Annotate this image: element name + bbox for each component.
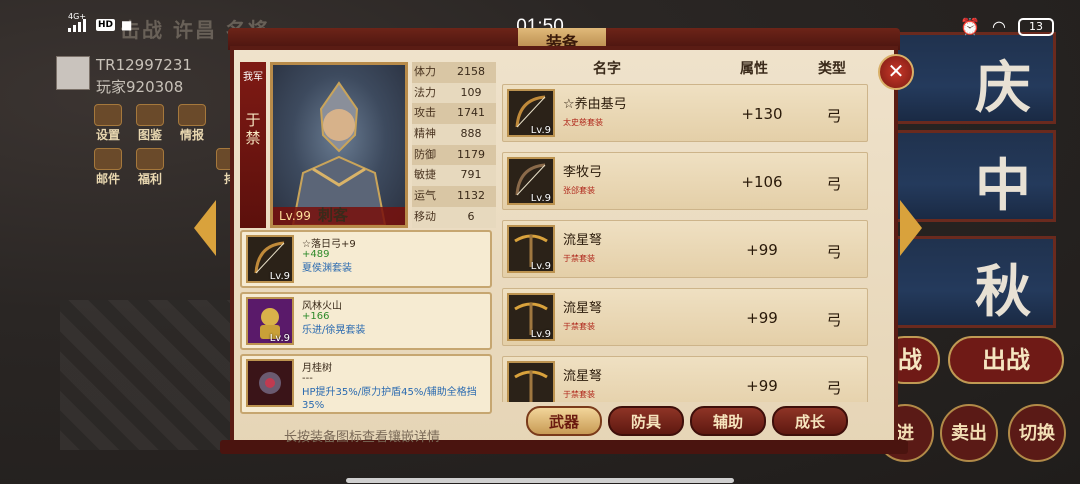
battery-icon: 13 — [1018, 17, 1054, 36]
item-attr: +99 — [746, 241, 778, 259]
armor-icon[interactable]: Lv.9 — [246, 297, 294, 345]
equipped-bonus: --- — [302, 373, 313, 384]
equipped-set: 乐进/徐晃套装 — [302, 325, 366, 336]
list-item[interactable]: Lv.9 ☆养由基弓 太史慈套装 +130 弓 — [502, 84, 868, 142]
stat-row: 体力 2158 — [412, 62, 496, 83]
hero-stats: 体力 2158 法力 109 攻击 1741 精神 888 防御 1179 敏捷 791 运… — [412, 62, 496, 228]
equipped-weapon[interactable]: Lv.9 ☆落日弓+9 +489 夏侯渊套装 — [240, 230, 492, 288]
item-set: 太史慈套装 — [563, 118, 603, 127]
menu-settings[interactable]: 设置 — [88, 104, 128, 144]
item-name: ☆养由基弓 — [563, 97, 627, 112]
crossbow-icon: Lv.9 — [507, 225, 555, 273]
item-set: 张郃套装 — [563, 186, 595, 195]
item-attr: +99 — [746, 309, 778, 327]
equipped-bonus: +166 — [302, 311, 330, 322]
crossbow-icon — [507, 361, 555, 402]
switch-button[interactable]: 切换 — [1008, 404, 1066, 462]
equipped-name: ☆落日弓+9 — [302, 239, 356, 250]
item-name: 流星弩 — [563, 369, 603, 384]
home-indicator[interactable] — [346, 478, 734, 483]
equipped-name: 月桂树 — [302, 363, 332, 374]
long-press-hint: 长按装备图标查看镶嵌详情 — [284, 430, 441, 445]
equipment-list[interactable]: Lv.9 ☆养由基弓 太史慈套装 +130 弓 Lv.9 李牧弓 张郃套装 +1… — [502, 84, 870, 402]
equipped-accessory[interactable]: 月桂树 --- HP提升35%/原力护盾45%/辅助全格挡35% — [240, 354, 492, 414]
hero-name: 于禁 — [245, 111, 261, 147]
item-type: 弓 — [826, 175, 842, 193]
faction-banner: 我军 于禁 — [240, 62, 266, 228]
hero-class: 刺客 — [317, 206, 348, 224]
equipped-armor[interactable]: Lv.9 风林火山 +166 乐进/徐晃套装 — [240, 292, 492, 350]
stat-row: 防御 1179 — [412, 144, 496, 166]
equipment-dialog: 装备 我军 于禁 Lv.99 体力 2158 法力 109 攻击 1741 精神 888… — [220, 28, 914, 456]
next-hero-arrow[interactable] — [900, 200, 922, 256]
equipped-name: 风林火山 — [302, 301, 342, 312]
list-item[interactable]: Lv.9 流星弩 于禁套装 +99 弓 — [502, 220, 868, 278]
background-tiles — [60, 300, 230, 450]
bow-icon: Lv.9 — [507, 157, 555, 205]
laurel-icon[interactable] — [246, 359, 294, 407]
menu-mail[interactable]: 邮件 — [88, 148, 128, 188]
intel-icon — [178, 104, 206, 126]
wifi-icon: ◠ — [992, 17, 1006, 36]
player-id: TR12997231 — [96, 56, 192, 74]
item-type: 弓 — [826, 379, 842, 397]
welfare-icon — [136, 148, 164, 170]
item-type: 弓 — [826, 107, 842, 125]
bow-icon: Lv.9 — [507, 89, 555, 137]
header-attr: 属性 — [740, 61, 768, 77]
category-tabs: 武器 防具 辅助 成长 — [526, 406, 848, 436]
list-item[interactable]: 流星弩 于禁套装 +99 弓 — [502, 356, 868, 402]
item-attr: +99 — [746, 377, 778, 395]
item-attr: +130 — [741, 105, 783, 123]
item-name: 流星弩 — [563, 233, 603, 248]
player-info[interactable]: TR12997231 玩家920308 — [56, 56, 216, 96]
item-name: 李牧弓 — [563, 165, 603, 180]
item-set: 于禁套装 — [563, 322, 595, 331]
header-name: 名字 — [593, 61, 621, 77]
menu-intel[interactable]: 情报 — [172, 104, 212, 144]
item-set: 于禁套装 — [563, 390, 595, 399]
list-item[interactable]: Lv.9 流星弩 于禁套装 +99 弓 — [502, 288, 868, 346]
tab-growth[interactable]: 成长 — [772, 406, 848, 436]
bow-icon[interactable]: Lv.9 — [246, 235, 294, 283]
menu-welfare[interactable]: 福利 — [130, 148, 170, 188]
settings-icon — [94, 104, 122, 126]
stat-row: 运气 1132 — [412, 186, 496, 207]
item-attr: +106 — [741, 173, 783, 191]
crossbow-icon: Lv.9 — [507, 293, 555, 341]
alarm-icon: ⏰ — [960, 17, 981, 36]
stat-row: 精神 888 — [412, 124, 496, 145]
tab-support[interactable]: 辅助 — [690, 406, 766, 436]
player-name: 玩家920308 — [96, 78, 184, 96]
list-item[interactable]: Lv.9 李牧弓 张郃套装 +106 弓 — [502, 152, 868, 210]
list-header: 名字 属性 类型 — [500, 58, 870, 80]
hero-portrait-art — [291, 81, 387, 225]
codex-icon — [136, 104, 164, 126]
deploy-button[interactable]: 出战 — [948, 336, 1064, 384]
avatar[interactable] — [56, 56, 90, 90]
item-type: 弓 — [826, 243, 842, 261]
equipped-set: 夏侯渊套装 — [302, 263, 352, 274]
stat-row: 法力 109 — [412, 82, 496, 104]
prev-hero-arrow[interactable] — [194, 200, 216, 256]
item-set: 于禁套装 — [563, 254, 595, 263]
tab-armor[interactable]: 防具 — [608, 406, 684, 436]
close-icon[interactable]: ✕ — [878, 54, 914, 90]
tab-weapon[interactable]: 武器 — [526, 406, 602, 436]
item-name: 流星弩 — [563, 301, 603, 316]
menu-codex[interactable]: 图鉴 — [130, 104, 170, 144]
header-type: 类型 — [818, 61, 846, 77]
item-type: 弓 — [826, 311, 842, 329]
sell-button[interactable]: 卖出 — [940, 404, 998, 462]
faction-tag: 我军 — [243, 72, 263, 83]
stat-row: 敏捷 791 — [412, 165, 496, 187]
equipped-set: HP提升35%/原力护盾45%/辅助全格挡35% — [302, 387, 477, 411]
stat-row: 移动 6 — [412, 206, 496, 228]
mail-icon — [94, 148, 122, 170]
equipped-bonus: +489 — [302, 249, 330, 260]
stat-row: 攻击 1741 — [412, 103, 496, 125]
